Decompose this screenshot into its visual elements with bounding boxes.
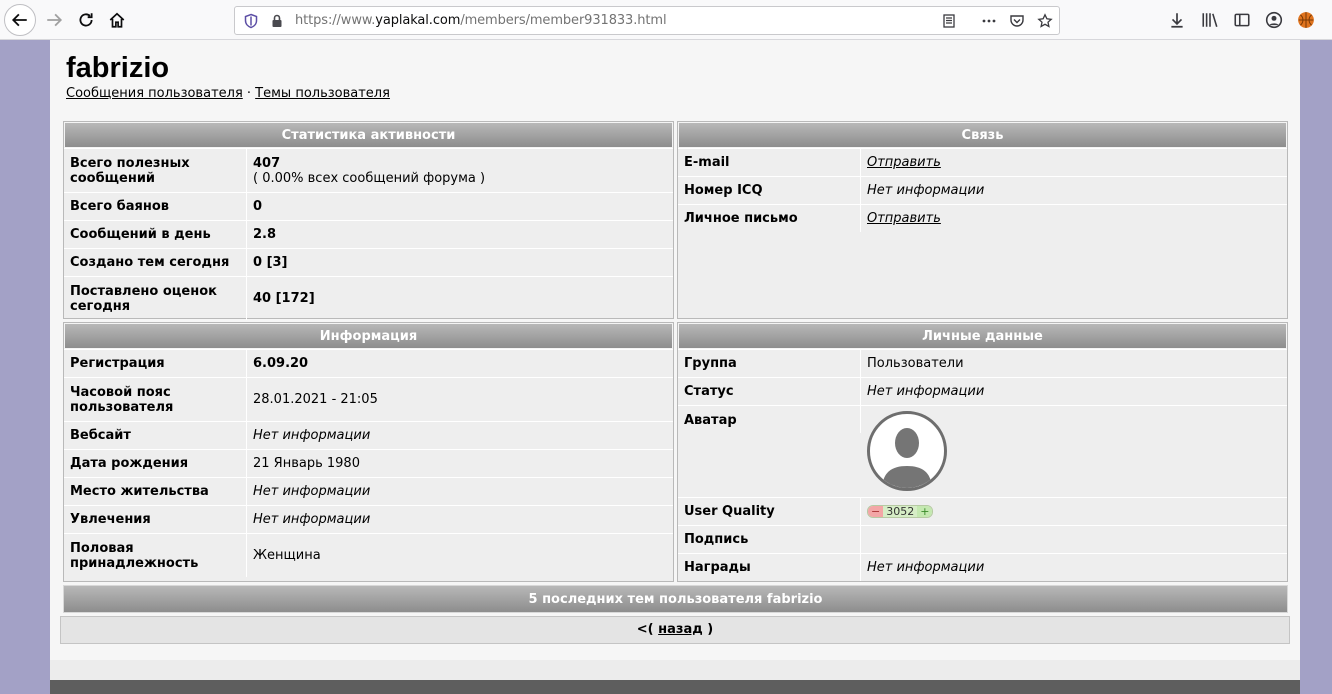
account-icon[interactable] [1265, 11, 1283, 29]
table-row: Личное письмо Отправить [678, 204, 1287, 232]
info-panel-title: Информация [64, 323, 673, 349]
table-row: Дата рождения 21 Январь 1980 [64, 449, 673, 477]
arrow-right-icon [47, 13, 63, 27]
activity-panel: Статистика активности Всего полезных соо… [63, 121, 674, 320]
table-row: User Quality − 3052 + [678, 497, 1287, 525]
url-text[interactable]: https://www.yaplakal.com/members/member9… [295, 13, 667, 28]
private-message-link[interactable]: Отправить [867, 211, 941, 226]
recent-topics-header: 5 последних тем пользователя fabrizio [63, 585, 1288, 613]
sidebar-icon[interactable] [1233, 11, 1251, 29]
browser-toolbar: https://www.yaplakal.com/members/member9… [0, 0, 1332, 40]
back-button[interactable] [4, 4, 36, 36]
extension-ball-icon[interactable] [1297, 11, 1315, 29]
tracking-shield-icon[interactable] [243, 13, 259, 29]
table-row: Половая принадлежность Женщина [64, 533, 673, 577]
table-row: Место жительства Нет информации [64, 477, 673, 505]
page-footer-bar [50, 680, 1300, 694]
back-link[interactable]: назад [658, 622, 703, 637]
table-row: Создано тем сегодня 0 [3] [64, 248, 673, 276]
more-actions-icon[interactable] [981, 13, 997, 29]
user-quality-rating: − 3052 + [867, 505, 934, 518]
rating-plus-button[interactable]: + [917, 506, 933, 517]
table-row: Подпись [678, 525, 1287, 553]
info-panel: Информация Регистрация 6.09.20 Часовой по… [63, 322, 674, 582]
avatar [867, 411, 947, 491]
table-row: Поставлено оценок сегодня 40 [172] [64, 276, 673, 320]
library-icon[interactable] [1201, 11, 1219, 29]
user-silhouette-icon [882, 428, 932, 488]
table-row: Сообщений в день 2.8 [64, 220, 673, 248]
table-row: Вебсайт Нет информации [64, 421, 673, 449]
downloads-icon[interactable] [1168, 11, 1186, 29]
back-row: <( назад ) [60, 616, 1290, 644]
table-row: E-mail Отправить [678, 148, 1287, 176]
home-icon [109, 12, 125, 28]
activity-panel-title: Статистика активности [64, 122, 673, 148]
table-row: Награды Нет информации [678, 553, 1287, 581]
contact-panel-title: Связь [678, 122, 1287, 148]
user-links: Сообщения пользователя · Темы пользовате… [66, 86, 390, 101]
table-row: Аватар [678, 405, 1287, 497]
table-row: Группа Пользователи [678, 349, 1287, 377]
reload-button[interactable] [72, 6, 100, 34]
email-send-link[interactable]: Отправить [867, 155, 941, 170]
home-button[interactable] [103, 6, 131, 34]
page-title: fabrizio [66, 52, 170, 84]
rating-minus-button[interactable]: − [868, 506, 884, 517]
lock-icon[interactable] [269, 13, 285, 29]
user-topics-link[interactable]: Темы пользователя [255, 86, 390, 101]
pocket-icon[interactable] [1009, 13, 1025, 29]
page-footer [50, 660, 1300, 680]
table-row: Часовой пояс пользователя 28.01.2021 - 21… [64, 377, 673, 421]
table-row: Регистрация 6.09.20 [64, 349, 673, 377]
page-content: fabrizio Сообщения пользователя · Темы п… [50, 40, 1300, 694]
rating-value: 3052 [883, 506, 918, 517]
table-row: Всего полезных сообщений 407 ( 0.00% все… [64, 148, 673, 192]
url-bar[interactable]: https://www.yaplakal.com/members/member9… [234, 6, 1060, 35]
personal-panel: Личные данные Группа Пользователи Статус Н… [677, 322, 1288, 582]
personal-panel-title: Личные данные [678, 323, 1287, 349]
table-row: Всего баянов 0 [64, 192, 673, 220]
contact-panel: Связь E-mail Отправить Номер ICQ Нет инфор… [677, 121, 1288, 319]
bookmark-star-icon[interactable] [1037, 13, 1053, 29]
table-row: Увлечения Нет информации [64, 505, 673, 533]
user-posts-link[interactable]: Сообщения пользователя [66, 86, 243, 101]
table-row: Номер ICQ Нет информации [678, 176, 1287, 204]
reload-icon [79, 13, 93, 27]
arrow-left-icon [11, 13, 27, 27]
reader-view-icon[interactable] [941, 13, 957, 29]
forward-button[interactable] [40, 6, 68, 34]
table-row: Статус Нет информации [678, 377, 1287, 405]
